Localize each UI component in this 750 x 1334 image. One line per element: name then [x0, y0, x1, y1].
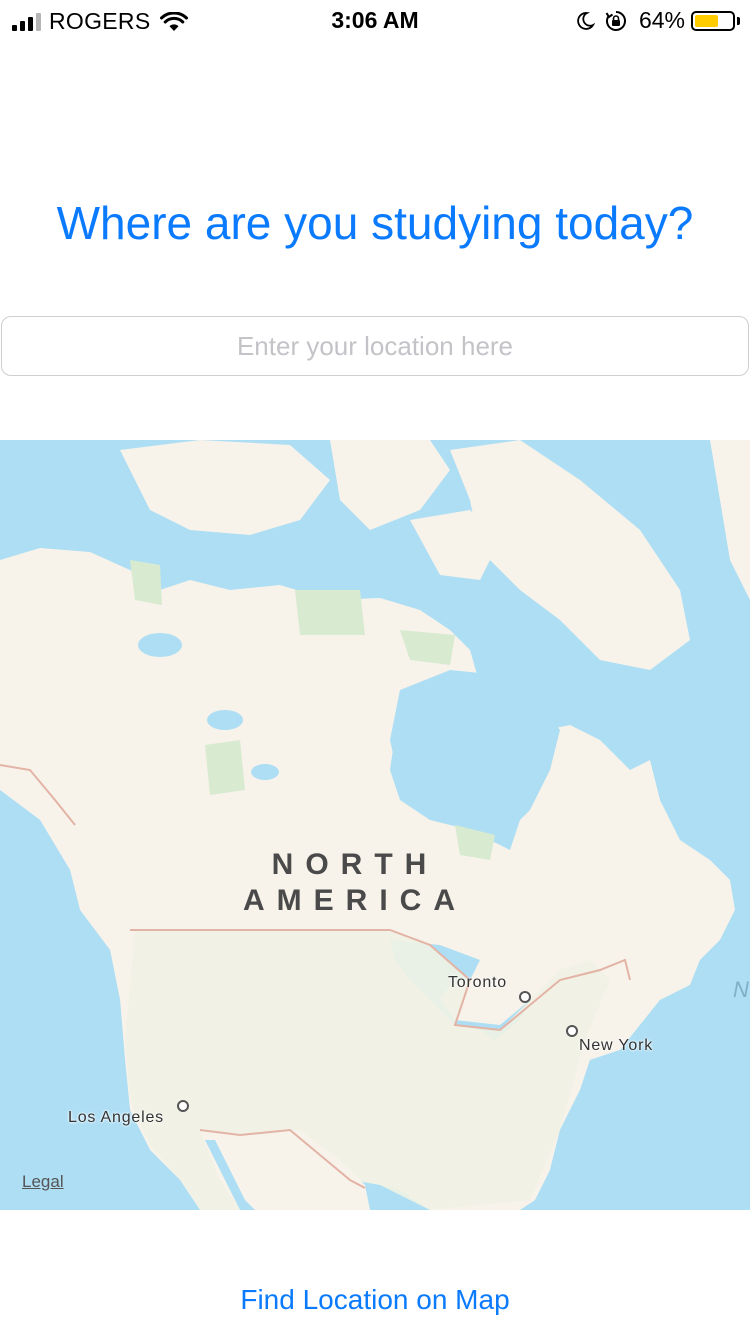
land-greenland-edge	[710, 440, 750, 600]
park-1	[295, 590, 365, 635]
continent-label-line2: AMERICA	[243, 884, 467, 917]
battery-icon	[691, 10, 735, 31]
city-marker-los-angeles[interactable]	[177, 1100, 189, 1112]
land-baffin	[450, 440, 690, 670]
city-marker-toronto[interactable]	[519, 991, 531, 1003]
map-graphic	[0, 440, 750, 1210]
city-marker-new-york[interactable]	[566, 1025, 578, 1037]
water-lake-3	[251, 764, 279, 780]
city-label-new-york: New York	[579, 1037, 653, 1054]
page-title: Where are you studying today?	[56, 197, 694, 249]
water-lake-2	[207, 710, 243, 730]
land-arctic-1	[120, 440, 330, 535]
status-right: 64%	[575, 7, 740, 34]
edge-ocean-label: N	[733, 977, 749, 1002]
park-3	[130, 560, 162, 605]
battery-nub	[737, 16, 740, 25]
city-label-toronto: Toronto	[448, 974, 507, 991]
moon-icon	[577, 11, 595, 30]
location-input[interactable]	[1, 316, 749, 376]
legal-link[interactable]: Legal	[22, 1172, 64, 1192]
park-2	[205, 740, 245, 795]
battery-percent: 64%	[638, 7, 685, 33]
find-location-button[interactable]: Find Location on Map	[0, 1284, 750, 1316]
orientation-lock-icon	[605, 10, 626, 31]
status-bar: ROGERS 3:06 AM 64%	[0, 0, 750, 40]
water-lake-1	[138, 633, 182, 657]
continent-label-line1: NORTH	[271, 848, 439, 881]
city-label-los-angeles: Los Angeles	[68, 1109, 164, 1126]
map-view[interactable]: NORTH AMERICA Toronto New York Los Angel…	[0, 440, 750, 1210]
